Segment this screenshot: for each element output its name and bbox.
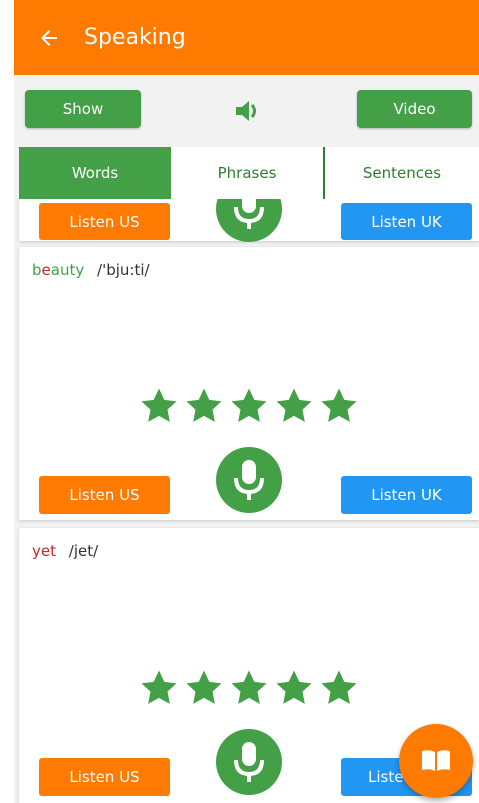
microphone-icon [234,460,264,500]
word-pronunciation: yet /jet/ [32,542,98,560]
speaker-button[interactable] [234,98,264,124]
speaker-icon [236,101,256,121]
dictionary-fab[interactable] [399,724,473,798]
star-icon [321,670,357,704]
listen-us-button[interactable]: Listen US [39,758,170,796]
star-icon [186,670,222,704]
book-icon [422,750,450,771]
tab-phrases[interactable]: Phrases [171,147,325,199]
star-icon [276,670,312,704]
star-rating [139,668,359,708]
star-rating [139,386,359,426]
star-icon [141,388,177,422]
listen-us-button[interactable]: Listen US [39,476,170,514]
star-icon [276,388,312,422]
word-letter: a [50,261,60,279]
show-button[interactable]: Show [25,90,141,128]
tab-bar: Words Phrases Sentences [19,147,479,199]
listen-uk-button[interactable]: Listen UK [341,203,472,240]
microphone-button[interactable] [216,199,282,242]
tab-sentences[interactable]: Sentences [325,147,479,199]
back-button[interactable] [14,0,84,75]
star-icon [231,388,267,422]
arrow-left-icon [41,29,57,46]
star-icon [231,670,267,704]
app-bar: Speaking [14,0,479,75]
microphone-icon [234,199,264,229]
star-icon [186,388,222,422]
page-title: Speaking [84,25,186,50]
ipa-text: /'bju:ti/ [97,261,150,279]
star-icon [321,388,357,422]
toolbar: Show Video [14,75,479,142]
word-letter: b [32,261,42,279]
microphone-button[interactable] [216,729,282,795]
listen-uk-button[interactable]: Listen UK [341,476,472,514]
listen-us-button[interactable]: Listen US [39,203,170,240]
microphone-button[interactable] [216,447,282,513]
video-button[interactable]: Video [357,90,472,128]
word-card: Listen US Listen UK [19,199,479,242]
star-icon [141,670,177,704]
ipa-text: /jet/ [68,542,99,560]
word-card: beauty /'bju:ti/ Listen US Listen UK [19,247,479,520]
microphone-icon [234,742,264,782]
word-pronunciation: beauty /'bju:ti/ [32,261,150,279]
word-letter: uty [59,261,85,279]
word-text: yet [32,542,56,560]
tab-words[interactable]: Words [19,147,171,199]
word-list: Listen US Listen UK beauty /'bju:ti/ Lis… [14,199,479,803]
speaking-screen: Speaking Show Video Words Phrases Senten… [14,0,479,803]
word-letter: e [41,261,51,279]
